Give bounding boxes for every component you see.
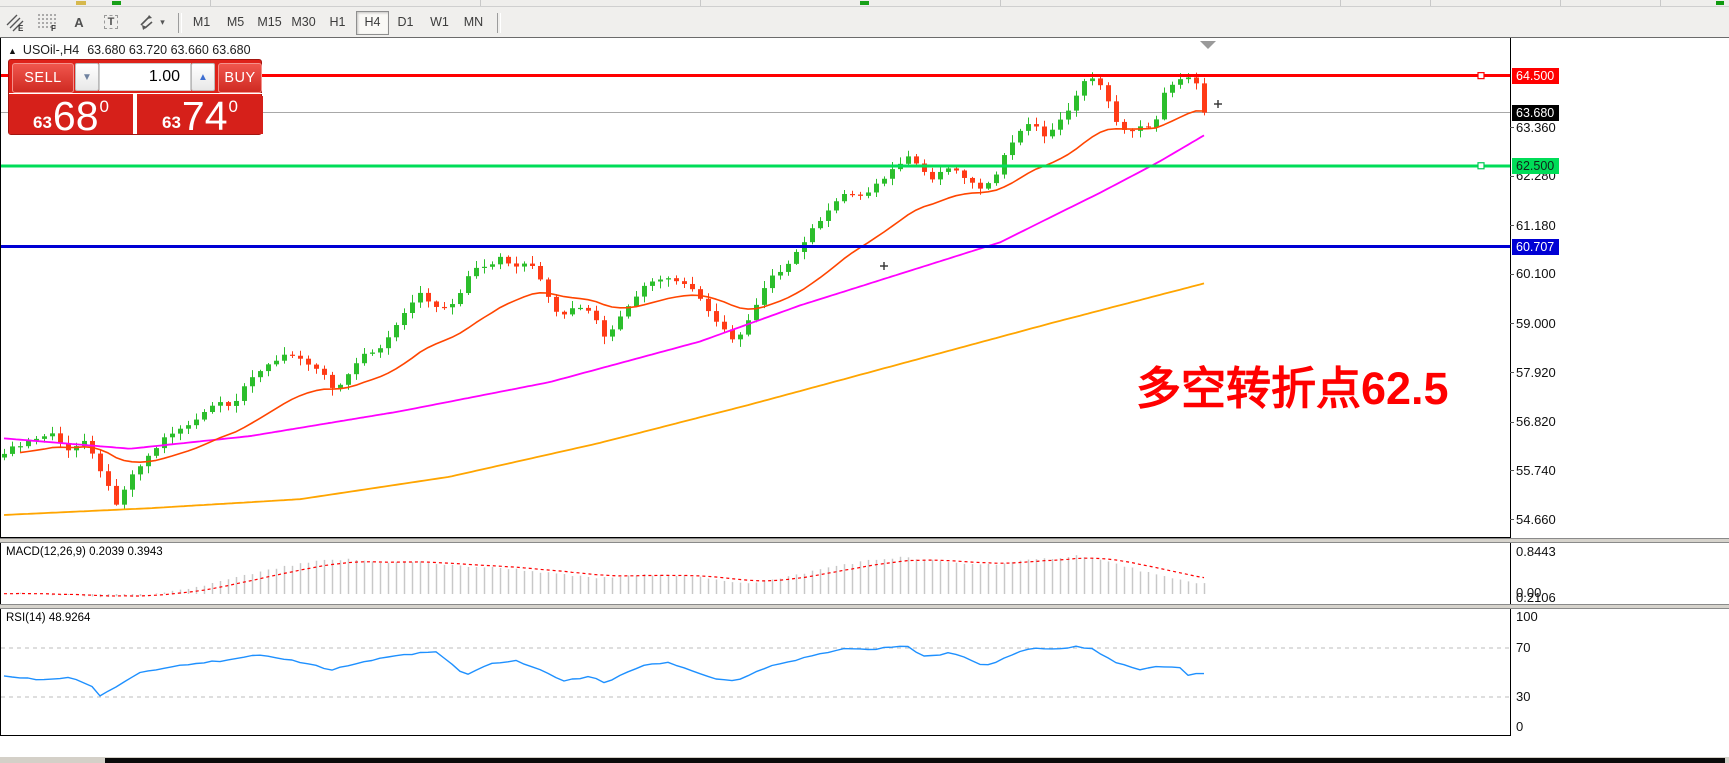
toolbar-partial-icon <box>112 1 121 5</box>
text-box-glyph: T <box>104 15 119 29</box>
rsi-plot <box>0 609 1511 736</box>
macd-axis-label: 0.2106 <box>1516 590 1556 605</box>
volume-increase-button[interactable]: ▲ <box>191 63 215 91</box>
toolbar-separator <box>178 13 182 33</box>
toolbar-partial-separator <box>210 0 211 6</box>
macd-label: MACD(12,26,9) 0.2039 0.3943 <box>6 546 163 558</box>
svg-text:E: E <box>18 24 24 32</box>
timeframe-button-m5[interactable]: M5 <box>220 11 251 33</box>
timeframe-button-d1[interactable]: D1 <box>390 11 421 33</box>
bid-price[interactable]: 63680 <box>9 96 133 134</box>
price-axis-tick-label: 54.660 <box>1516 512 1556 527</box>
timeframe-button-m15[interactable]: M15 <box>254 11 285 33</box>
toolbar-partial-separator <box>1000 0 1001 6</box>
price-axis-tick <box>1510 176 1514 177</box>
timeframe-button-m1[interactable]: M1 <box>186 11 217 33</box>
buy-button[interactable]: BUY <box>218 63 262 93</box>
rsi-axis-label: 70 <box>1516 640 1530 655</box>
bid-prefix: 63 <box>33 114 52 131</box>
price-badge: 63.680 <box>1512 105 1559 121</box>
price-axis-tick <box>1510 274 1514 275</box>
toolbar: E F A T ▾ <box>0 7 1729 38</box>
toolbar-partial-separator <box>1660 0 1661 6</box>
volume-decrease-button[interactable]: ▼ <box>75 63 99 91</box>
timeframe-button-h1[interactable]: H1 <box>322 11 353 33</box>
text-label-glyph: A <box>74 15 83 30</box>
rsi-axis-label: 0 <box>1516 719 1523 734</box>
timeframe-button-m30[interactable]: M30 <box>288 11 319 33</box>
arrows-glyph <box>137 13 157 31</box>
equidistant-channel-icon[interactable]: E <box>2 10 30 34</box>
price-axis-tick-label: 63.360 <box>1516 120 1556 135</box>
price-axis-tick <box>1510 127 1514 128</box>
timeframe-button-mn[interactable]: MN <box>458 11 489 33</box>
ask-sup-digit: 0 <box>229 98 238 115</box>
toolbar-separator <box>497 13 501 33</box>
macd-values: 0.2039 0.3943 <box>89 546 163 558</box>
rsi-value: 48.9264 <box>49 612 91 624</box>
ask-price[interactable]: 63740 <box>137 96 263 134</box>
toolbar-partial-separator <box>480 0 481 6</box>
price-axis-tick <box>1510 323 1514 324</box>
bottom-scroll-bar[interactable] <box>105 758 1725 763</box>
ohlc-values: 63.680 63.720 63.660 63.680 <box>87 43 250 57</box>
toolbar-partial-separator <box>1430 0 1431 6</box>
svg-text:F: F <box>51 24 56 32</box>
bid-big-digits: 68 <box>53 98 99 134</box>
text-label-icon[interactable]: A <box>66 10 92 34</box>
price-badge: 60.707 <box>1512 239 1559 255</box>
price-axis-tick-label: 59.000 <box>1516 316 1556 331</box>
toolbar-partial-icon <box>860 1 869 5</box>
rsi-axis-label: 100 <box>1516 609 1538 624</box>
price-axis-tick <box>1510 422 1514 423</box>
price-axis-tick-label: 61.180 <box>1516 218 1556 233</box>
arrow-tools-icon[interactable]: ▾ <box>130 10 172 34</box>
price-axis-tick <box>1510 372 1514 373</box>
ask-prefix: 63 <box>162 114 181 131</box>
chart-annotation-text: 多空转折点62.5 <box>1136 352 1449 417</box>
chevron-down-icon: ▾ <box>160 17 165 28</box>
price-axis-tick-label: 55.740 <box>1516 463 1556 478</box>
price-axis-tick-label: 56.820 <box>1516 414 1556 429</box>
chart-title: ▲ USOil-,H4 63.680 63.720 63.660 63.680 <box>8 43 251 57</box>
text-box-icon[interactable]: T <box>96 10 126 34</box>
price-badge: 64.500 <box>1512 68 1559 84</box>
macd-plot <box>0 543 1511 604</box>
ask-big-digits: 74 <box>182 98 228 134</box>
price-badge: 62.500 <box>1512 158 1559 174</box>
time-axis: 6 Mar 20198 Mar 04:0012 Mar 00:0014 Mar … <box>0 736 1729 757</box>
price-axis-tick <box>1510 519 1514 520</box>
sell-button[interactable]: SELL <box>12 63 74 93</box>
price-axis-tick-label: 57.920 <box>1516 365 1556 380</box>
collapse-triangle-icon[interactable]: ▲ <box>8 46 17 56</box>
volume-input[interactable]: 1.00 <box>99 63 191 91</box>
top-toolbar-partial <box>0 0 1729 7</box>
symbol-period: USOil-,H4 <box>23 43 79 57</box>
toolbar-partial-icon <box>76 1 86 5</box>
toolbar-partial-separator <box>1340 0 1341 6</box>
timeframe-button-h4[interactable]: H4 <box>356 11 389 35</box>
bid-sup-digit: 0 <box>100 98 109 115</box>
fibonacci-retracement-icon[interactable]: F <box>34 10 62 34</box>
toolbar-partial-separator <box>1560 0 1561 6</box>
price-axis-tick <box>1510 470 1514 471</box>
macd-axis-label: 0.8443 <box>1516 544 1556 559</box>
rsi-axis-label: 30 <box>1516 689 1530 704</box>
price-axis-tick-label: 60.100 <box>1516 266 1556 281</box>
price-axis-tick <box>1510 225 1514 226</box>
chart-shift-marker-icon <box>1200 41 1216 49</box>
mt4-window: E F A T ▾ <box>0 0 1729 763</box>
one-click-trade-panel: SELL ▼ 1.00 ▲ BUY 63680 63740 <box>8 59 262 135</box>
toolbar-partial-separator <box>700 0 701 6</box>
rsi-label: RSI(14) 48.9264 <box>6 612 90 624</box>
toolbar-partial-icon <box>1716 1 1724 5</box>
timeframe-button-w1[interactable]: W1 <box>424 11 455 33</box>
